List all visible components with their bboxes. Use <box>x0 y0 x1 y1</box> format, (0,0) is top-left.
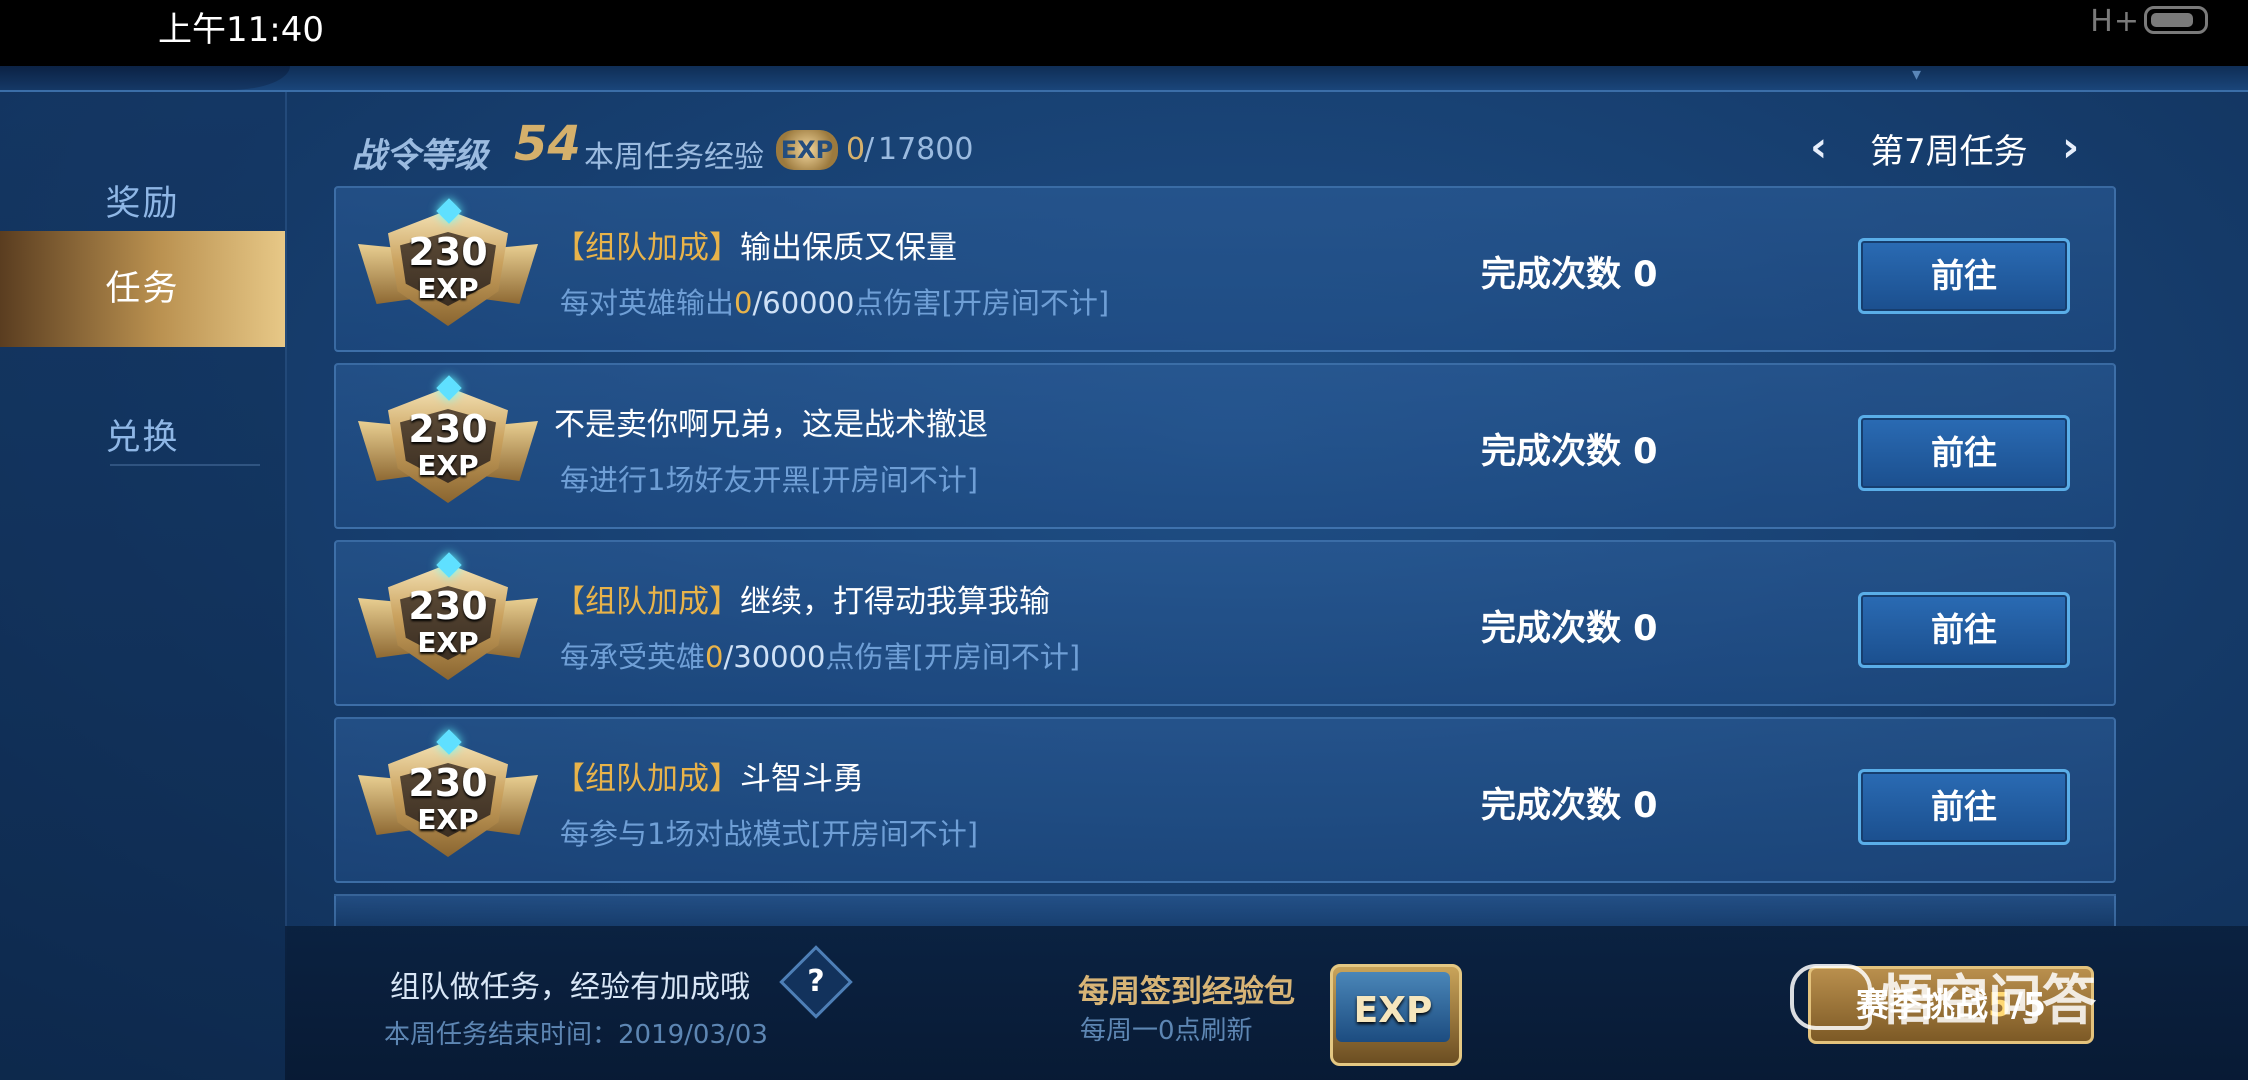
completion-count: 完成次数 0 <box>1481 432 1658 472</box>
exp-reward-badge: 230 EXP <box>358 198 538 330</box>
network-indicator: H+ <box>2090 4 2140 39</box>
sidebar-item-tasks[interactable]: 任务 <box>0 231 285 347</box>
reward-amount: 230 <box>408 761 488 805</box>
team-bonus-tag: 【组队加成】 <box>554 761 740 797</box>
task-description: 每参与1场对战模式[开房间不计] <box>560 811 978 853</box>
task-description: 每承受英雄0/30000点伤害[开房间不计] <box>560 634 1080 676</box>
exp-reward-badge: 230 EXP <box>358 375 538 507</box>
desc-prefix: 每进行1场好友开黑[开房间不计] <box>560 463 979 497</box>
desc-prefix: 每承受英雄 <box>560 640 706 674</box>
week-label: 第7周任务 <box>1870 132 2028 172</box>
task-title-text: 不是卖你啊兄弟，这是战术撤退 <box>554 407 988 443</box>
weekly-signin-title: 每周签到经验包 <box>1078 974 1295 1010</box>
battery-icon <box>2144 6 2208 34</box>
reward-unit: EXP <box>417 626 479 659</box>
task-title-text: 斗智斗勇 <box>740 761 864 797</box>
chevron-left-icon[interactable]: ‹ <box>1810 122 1827 171</box>
task-description: 每进行1场好友开黑[开房间不计] <box>560 457 978 499</box>
battle-pass-level-value: 54 <box>514 116 581 172</box>
top-frame-notch <box>0 66 290 90</box>
go-button[interactable]: 前往 <box>1858 592 2070 668</box>
desc-total: /30000 <box>723 640 826 674</box>
week-navigator: ‹ 第7周任务 › <box>1810 118 2100 178</box>
team-bonus-tag: 【组队加成】 <box>554 230 740 266</box>
battle-pass-level-label: 战令等级 <box>352 136 488 176</box>
task-title: 【组队加成】输出保质又保量 <box>554 222 957 267</box>
desc-suffix: 点伤害[开房间不计] <box>825 640 1081 674</box>
task-title-text: 输出保质又保量 <box>740 230 957 266</box>
task-title: 【组队加成】继续，打得动我算我输 <box>554 576 1050 621</box>
task-card-partial <box>334 894 2116 926</box>
watermark: 悟空问答 <box>1880 969 2096 1032</box>
desc-prefix: 每参与1场对战模式[开房间不计] <box>560 817 979 851</box>
task-card: 230 EXP 【组队加成】继续，打得动我算我输 每承受英雄0/30000点伤害… <box>334 540 2116 706</box>
question-icon: ? <box>807 964 825 999</box>
task-card: 230 EXP 【组队加成】输出保质又保量 每对英雄输出0/60000点伤害[开… <box>334 186 2116 352</box>
status-time: 上午11:40 <box>158 10 324 50</box>
task-title: 【组队加成】斗智斗勇 <box>554 753 864 798</box>
weekly-exp-max: 17800 <box>878 132 974 167</box>
top-frame: ▾ <box>0 64 2248 92</box>
sidebar-item-exchange[interactable]: 兑换 <box>0 380 285 496</box>
task-description: 每对英雄输出0/60000点伤害[开房间不计] <box>560 280 1109 322</box>
sidebar: 奖励 任务 兑换 <box>0 92 287 1080</box>
reward-amount: 230 <box>408 407 488 451</box>
exp-reward-badge: 230 EXP <box>358 552 538 684</box>
desc-progress: 0 <box>705 640 724 674</box>
weekly-refresh-note: 每周一0点刷新 <box>1080 1016 1253 1046</box>
status-bar: 上午11:40 H+ <box>0 0 2248 66</box>
task-card: 230 EXP 不是卖你啊兄弟，这是战术撤退 每进行1场好友开黑[开房间不计] … <box>334 363 2116 529</box>
desc-total: /60000 <box>752 286 855 320</box>
chest-label: EXP <box>1353 990 1433 1031</box>
weekly-exp-current: 0 <box>846 132 866 167</box>
reward-unit: EXP <box>417 803 479 836</box>
week-end-time: 本周任务结束时间：2019/03/03 <box>384 1020 768 1050</box>
sidebar-divider <box>110 464 260 466</box>
desc-suffix: 点伤害[开房间不计] <box>854 286 1110 320</box>
collapse-chevron-icon: ▾ <box>1912 64 1922 85</box>
weekly-exp-separator: / <box>864 132 875 167</box>
exp-chest-icon[interactable]: EXP <box>1322 946 1464 1066</box>
reward-unit: EXP <box>417 449 479 482</box>
go-button[interactable]: 前往 <box>1858 415 2070 491</box>
desc-prefix: 每对英雄输出 <box>560 286 735 320</box>
completion-count: 完成次数 0 <box>1481 255 1658 295</box>
completion-count: 完成次数 0 <box>1481 609 1658 649</box>
go-button[interactable]: 前往 <box>1858 238 2070 314</box>
task-title: 不是卖你啊兄弟，这是战术撤退 <box>554 399 988 444</box>
desc-progress: 0 <box>734 286 753 320</box>
task-title-text: 继续，打得动我算我输 <box>740 584 1050 620</box>
reward-amount: 230 <box>408 584 488 628</box>
chevron-right-icon[interactable]: › <box>2062 122 2079 171</box>
go-button[interactable]: 前往 <box>1858 769 2070 845</box>
team-tip: 组队做任务，经验有加成哦 <box>390 970 750 1005</box>
reward-amount: 230 <box>408 230 488 274</box>
task-card: 230 EXP 【组队加成】斗智斗勇 每参与1场对战模式[开房间不计] 完成次数… <box>334 717 2116 883</box>
completion-count: 完成次数 0 <box>1481 786 1658 826</box>
weekly-exp-label: 本周任务经验 <box>584 140 764 175</box>
watermark-logo-icon <box>1790 964 1872 1030</box>
exp-icon: EXP <box>776 130 838 170</box>
team-bonus-tag: 【组队加成】 <box>554 584 740 620</box>
reward-unit: EXP <box>417 272 479 305</box>
exp-reward-badge: 230 EXP <box>358 729 538 861</box>
